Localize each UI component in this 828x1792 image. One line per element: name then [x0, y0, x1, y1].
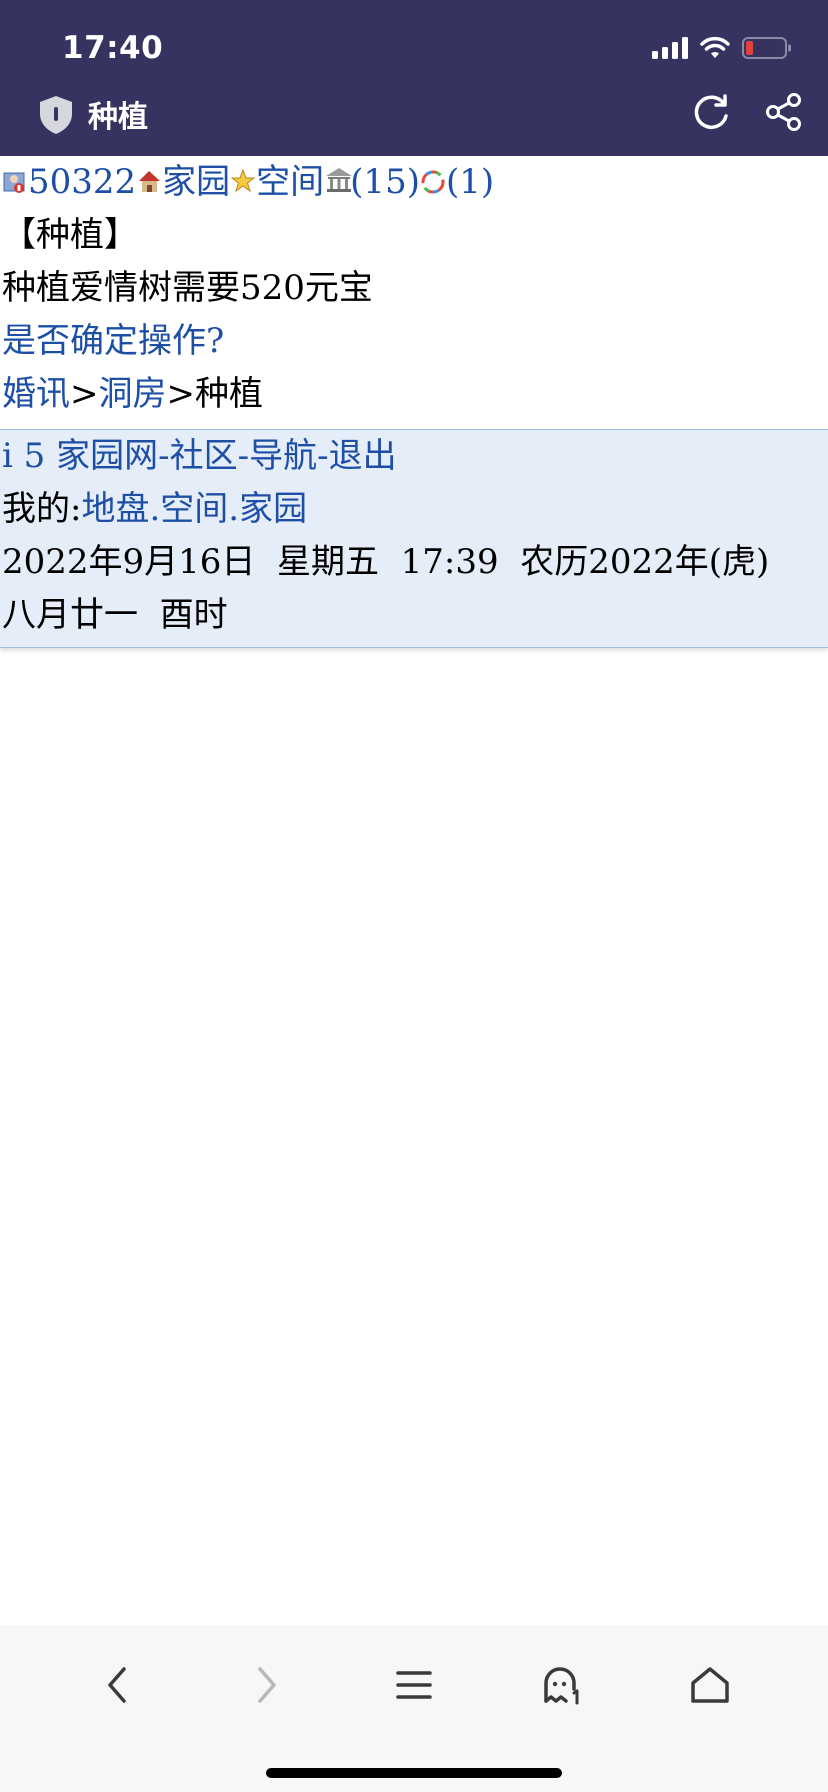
breadcrumb: 婚讯>洞房>种植: [0, 368, 828, 421]
back-icon[interactable]: [90, 1657, 146, 1713]
house-icon: [136, 158, 162, 192]
section-heading: 【种植】: [2, 215, 138, 255]
confirm-link[interactable]: 是否确定操作?: [2, 321, 224, 361]
breadcrumb-current: 种植: [195, 374, 263, 414]
message-count-link[interactable]: (1): [446, 162, 494, 202]
user-id-link[interactable]: 50322: [28, 162, 136, 202]
breadcrumb-separator: >: [70, 374, 99, 414]
page-content: 50322 家园 空间 (15) (1) 【种植】 种植爱情树需要520元宝 是…: [0, 156, 828, 421]
wifi-icon: [700, 36, 730, 60]
my-land-link[interactable]: 地盘: [81, 489, 149, 529]
datetime-text: 2022年9月16日 星期五 17:39 农历2022年(虎) 八月廿一 酉时: [2, 542, 791, 635]
space-link[interactable]: 空间: [256, 162, 324, 202]
browser-toolbar: [0, 1625, 828, 1792]
breadcrumb-wedding-news[interactable]: 婚讯: [2, 374, 70, 414]
shield-icon[interactable]: [36, 94, 76, 140]
forward-icon[interactable]: [238, 1657, 294, 1713]
battery-icon: [742, 36, 792, 60]
logout-link[interactable]: 退出: [329, 436, 397, 476]
home-link[interactable]: 家园: [162, 162, 230, 202]
bank-icon: [324, 158, 353, 192]
my-space-link[interactable]: 空间: [160, 489, 228, 529]
my-home-link[interactable]: 家园: [239, 489, 307, 529]
site-home-link[interactable]: i 5 家园网: [2, 436, 158, 476]
site-footer: i 5 家园网-社区-导航-退出 我的:地盘.空间.家园 2022年9月16日 …: [0, 429, 828, 648]
community-link[interactable]: 社区: [170, 436, 238, 476]
cost-text: 种植爱情树需要520元宝: [2, 268, 373, 308]
status-time: 17:40: [62, 30, 164, 66]
message-icon: [420, 158, 446, 194]
app-header: 17:40 种植: [0, 0, 828, 156]
breadcrumb-separator: >: [166, 374, 196, 414]
ghost-icon[interactable]: [534, 1657, 590, 1713]
bank-count-link[interactable]: (15): [350, 162, 420, 202]
breadcrumb-bridal-room[interactable]: 洞房: [99, 374, 167, 414]
star-icon: [230, 158, 256, 193]
navigation-link[interactable]: 导航: [249, 436, 317, 476]
home-indicator[interactable]: [266, 1768, 562, 1778]
cellular-signal-icon: [652, 37, 688, 59]
footer-mine: 我的:地盘.空间.家园: [2, 489, 308, 529]
status-icons: [652, 36, 792, 60]
footer-nav: i 5 家园网-社区-导航-退出: [2, 436, 397, 476]
page-title: 种植: [88, 100, 148, 135]
home-icon[interactable]: [682, 1657, 738, 1713]
user-info-line: 50322 家园 空间 (15) (1): [0, 156, 828, 209]
refresh-icon[interactable]: [692, 92, 732, 132]
share-icon[interactable]: [764, 92, 804, 132]
mine-label: 我的:: [2, 489, 82, 529]
user-icon: [2, 158, 28, 193]
menu-icon[interactable]: [386, 1657, 442, 1713]
